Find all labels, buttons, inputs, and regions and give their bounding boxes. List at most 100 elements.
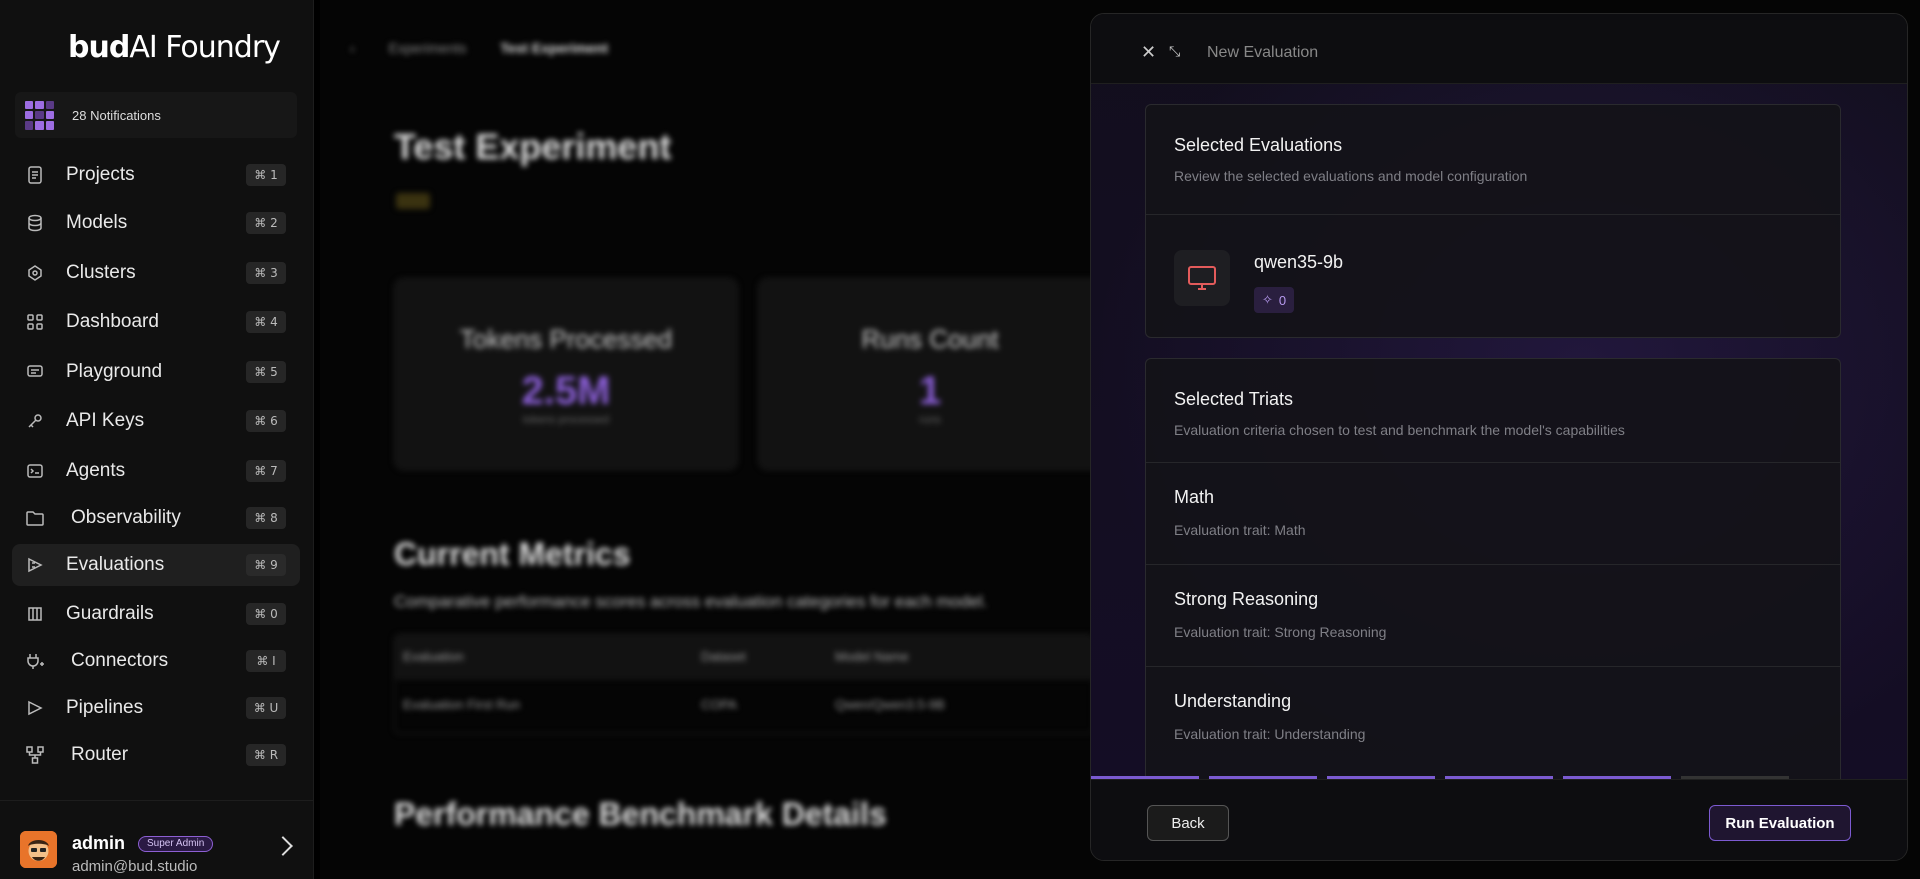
- sidebar-item-projects[interactable]: Projects ⌘ 1: [12, 154, 300, 196]
- card-title: Runs Count: [861, 324, 999, 354]
- shortcut-badge: ⌘ 5: [246, 361, 286, 383]
- table-cell: Evaluation First Run: [403, 697, 521, 712]
- sidebar-item-label: Guardrails: [66, 603, 154, 624]
- folder-icon: [26, 509, 44, 527]
- sidebar-item-label: Pipelines: [66, 697, 144, 718]
- drawer-title: New Evaluation: [1207, 44, 1319, 61]
- sidebar-item-label: Models: [66, 212, 128, 233]
- shortcut-badge: ⌘ 9: [246, 554, 286, 576]
- sidebar-item-connectors[interactable]: Connectors ⌘ I: [12, 640, 300, 682]
- chevron-right-icon[interactable]: [273, 836, 293, 856]
- column-header: Dataset: [701, 649, 746, 664]
- card-value: 2.5M: [521, 369, 611, 413]
- sidebar-item-label: API Keys: [66, 410, 145, 431]
- model-item: qwen35-9b ✧ 0: [1146, 215, 1840, 337]
- runs-card: Runs Count 1 runs: [758, 278, 1102, 470]
- notifications-label: 28 Notifications: [72, 107, 161, 123]
- user-name: admin: [72, 833, 126, 853]
- trait-item: Math Evaluation trait: Math: [1146, 462, 1840, 564]
- section-title: Performance Benchmark Details: [394, 796, 887, 832]
- card-sub: tokens processed: [522, 414, 610, 426]
- run-evaluation-button[interactable]: Run Evaluation: [1709, 805, 1851, 841]
- section-description: Comparative performance scores across ev…: [394, 592, 988, 611]
- trait-item: Strong Reasoning Evaluation trait: Stron…: [1146, 564, 1840, 666]
- sidebar-item-observability[interactable]: Observability ⌘ 8: [12, 497, 300, 539]
- evaluation-icon: [26, 556, 44, 574]
- sidebar-item-evaluations[interactable]: Evaluations ⌘ 9: [12, 544, 300, 586]
- breadcrumb-experiments[interactable]: Experiments: [389, 40, 467, 56]
- sidebar-item-dashboard[interactable]: Dashboard ⌘ 4: [12, 301, 300, 343]
- bud-logo[interactable]: budAI Foundry: [68, 30, 281, 65]
- shortcut-badge: ⌘ 4: [246, 311, 286, 333]
- shortcut-badge: ⌘ 7: [246, 460, 286, 482]
- minimize-icon[interactable]: ⤡: [1169, 43, 1180, 60]
- sidebar-item-label: Clusters: [66, 262, 136, 283]
- sidebar-item-agents[interactable]: Agents ⌘ 7: [12, 450, 300, 492]
- metrics-table: Evaluation Dataset Model Name Evaluation…: [394, 634, 1094, 734]
- role-badge: Super Admin: [138, 836, 214, 852]
- shortcut-badge: ⌘ 8: [246, 507, 286, 529]
- status-badge: [396, 193, 430, 209]
- sidebar-item-models[interactable]: Models ⌘ 2: [12, 202, 300, 244]
- trait-description: Evaluation trait: Strong Reasoning: [1174, 624, 1387, 640]
- document-icon: [26, 166, 44, 184]
- sidebar-item-label: Projects: [66, 164, 135, 185]
- user-profile[interactable]: admin Super Admin admin@bud.studio: [0, 800, 314, 879]
- plug-icon: [26, 652, 44, 670]
- section-title: Current Metrics: [394, 536, 631, 572]
- sidebar-item-router[interactable]: Router ⌘ R: [12, 734, 300, 776]
- model-tag: ✧ 0: [1254, 287, 1295, 313]
- breadcrumb: ‹ Experiments Test Experiment: [350, 40, 608, 56]
- pipeline-icon: [26, 699, 44, 717]
- column-header: Model Name: [835, 649, 909, 664]
- sidebar-item-label: Connectors: [71, 650, 169, 671]
- trait-name: Strong Reasoning: [1174, 589, 1319, 609]
- sidebar-item-label: Dashboard: [66, 311, 159, 332]
- sidebar: budAI Foundry 28 Notifications Projects …: [0, 0, 314, 879]
- key-icon: [26, 412, 44, 430]
- model-tag-count: 0: [1278, 292, 1287, 308]
- card-value: 1: [918, 369, 942, 413]
- router-icon: [26, 746, 44, 764]
- sidebar-item-label: Evaluations: [66, 554, 165, 575]
- panel-title: Selected Evaluations: [1174, 135, 1343, 155]
- card-title: Tokens Processed: [459, 324, 673, 354]
- back-button[interactable]: Back: [1147, 805, 1229, 841]
- shortcut-badge: ⌘ R: [246, 744, 286, 766]
- panel-description: Review the selected evaluations and mode…: [1174, 168, 1528, 184]
- notifications-grid-icon: [25, 100, 54, 130]
- sidebar-item-clusters[interactable]: Clusters ⌘ 3: [12, 252, 300, 294]
- notifications-button[interactable]: 28 Notifications: [15, 92, 297, 138]
- back-arrow-icon[interactable]: ‹: [350, 40, 355, 56]
- card-sub: runs: [919, 414, 941, 426]
- sidebar-item-api-keys[interactable]: API Keys ⌘ 6: [12, 400, 300, 442]
- selected-evaluations-panel: Selected Evaluations Review the selected…: [1145, 104, 1841, 338]
- sidebar-item-pipelines[interactable]: Pipelines ⌘ U: [12, 687, 300, 729]
- grid-icon: [26, 313, 44, 331]
- sidebar-item-label: Playground: [66, 361, 163, 382]
- sidebar-item-playground[interactable]: Playground ⌘ 5: [12, 351, 300, 393]
- cluster-icon: [26, 264, 44, 282]
- sidebar-item-label: Router: [71, 744, 129, 765]
- avatar: [20, 831, 57, 868]
- model-name: qwen35-9b: [1254, 252, 1344, 272]
- shortcut-badge: ⌘ 1: [246, 164, 286, 186]
- close-icon[interactable]: ✕: [1141, 42, 1156, 63]
- tokens-card: Tokens Processed 2.5M tokens processed: [394, 278, 738, 470]
- user-email: admin@bud.studio: [72, 858, 198, 875]
- breadcrumb-current: Test Experiment: [500, 40, 609, 56]
- panel-title: Selected Triats: [1174, 389, 1294, 409]
- sidebar-item-label: Agents: [66, 460, 126, 481]
- shield-icon: [26, 605, 44, 623]
- chat-icon: [26, 363, 44, 381]
- shortcut-badge: ⌘ 0: [246, 603, 286, 625]
- page-title: Test Experiment: [394, 126, 672, 167]
- sparkle-icon: ✧: [1262, 292, 1273, 307]
- trait-name: Understanding: [1174, 691, 1292, 711]
- trait-name: Math: [1174, 487, 1215, 507]
- terminal-icon: [26, 462, 44, 480]
- trait-description: Evaluation trait: Understanding: [1174, 726, 1366, 742]
- sidebar-item-guardrails[interactable]: Guardrails ⌘ 0: [12, 593, 300, 635]
- shortcut-badge: ⌘ I: [246, 650, 286, 672]
- new-evaluation-drawer: ✕ ⤡ New Evaluation Selected Evaluations …: [1090, 13, 1908, 861]
